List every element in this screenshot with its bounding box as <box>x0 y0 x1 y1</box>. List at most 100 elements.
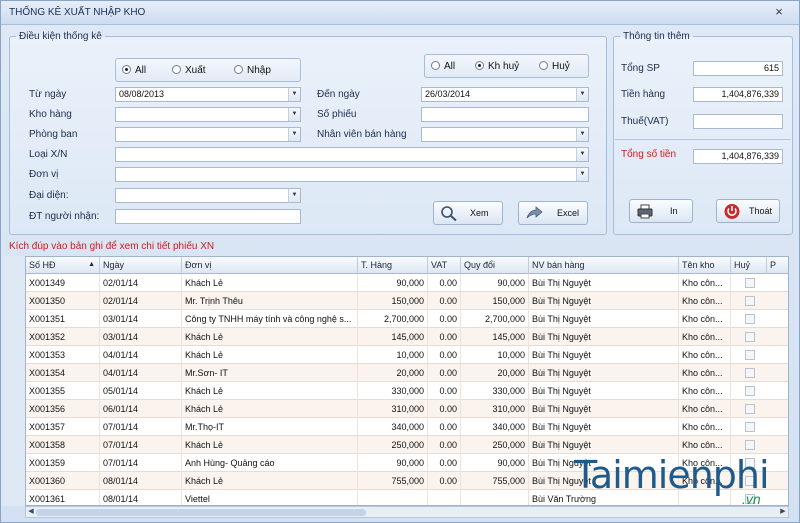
window-title: THỐNG KÊ XUẤT NHẬP KHO <box>9 7 146 18</box>
cell-invoice: X001359 <box>26 454 100 472</box>
total-amount-field: 1,404,876,339 <box>693 149 783 164</box>
cell-goods: 755,000 <box>358 472 428 490</box>
printer-icon <box>637 204 653 219</box>
cell-warehouse: Kho côn... <box>679 418 731 436</box>
col-header-goods[interactable]: T. Hàng <box>358 257 428 274</box>
chevron-down-icon[interactable]: ▼ <box>288 88 300 101</box>
exit-button[interactable]: Thoát <box>716 199 780 223</box>
xn-type-select[interactable]: ▼ <box>115 147 589 162</box>
radio-cancel-all[interactable]: All <box>431 61 455 72</box>
cell-invoice: X001356 <box>26 400 100 418</box>
col-header-unit[interactable]: Đơn vị <box>182 257 358 274</box>
chevron-down-icon[interactable]: ▼ <box>288 189 300 202</box>
col-header-cancelled[interactable]: Huỷ <box>731 257 767 274</box>
cell-unit: Khách Lẻ <box>182 472 358 490</box>
phone-label: ĐT người nhận: <box>29 211 100 222</box>
radio-type-export[interactable]: Xuất <box>172 65 206 76</box>
cell-unit: Khách Lẻ <box>182 400 358 418</box>
col-header-vat[interactable]: VAT <box>428 257 461 274</box>
watermark-brand: Taimienphi <box>574 453 770 497</box>
cancelled-checkbox[interactable] <box>745 314 755 324</box>
table-row[interactable]: X001352 03/01/14 Khách Lẻ 145,000 0.00 145,00… <box>26 328 788 346</box>
total-products-field: 615 <box>693 61 783 76</box>
cancelled-checkbox[interactable] <box>745 332 755 342</box>
scroll-thumb[interactable] <box>36 509 366 516</box>
col-header-converted[interactable]: Quy đổi <box>461 257 529 274</box>
table-row[interactable]: X001355 05/01/14 Khách Lẻ 330,000 0.00 330,00… <box>26 382 788 400</box>
cancelled-checkbox[interactable] <box>745 422 755 432</box>
table-row[interactable]: X001353 04/01/14 Khách Lẻ 10,000 0.00 10,000 B… <box>26 346 788 364</box>
cancelled-checkbox[interactable] <box>745 440 755 450</box>
unit-label: Đơn vị <box>29 169 59 180</box>
cell-warehouse: Kho côn... <box>679 274 731 292</box>
chevron-down-icon[interactable]: ▼ <box>576 88 588 101</box>
cell-unit: Mr.Thọ-IT <box>182 418 358 436</box>
cell-goods: 340,000 <box>358 418 428 436</box>
cancelled-checkbox[interactable] <box>745 278 755 288</box>
excel-button[interactable]: Excel <box>518 201 588 225</box>
cell-goods: 2,700,000 <box>358 310 428 328</box>
table-row[interactable]: X001357 07/01/14 Mr.Thọ-IT 340,000 0.00 340,0… <box>26 418 788 436</box>
chevron-down-icon[interactable]: ▼ <box>576 128 588 141</box>
chevron-down-icon[interactable]: ▼ <box>576 148 588 161</box>
cell-date: 06/01/14 <box>100 400 182 418</box>
unit-select[interactable]: ▼ <box>115 167 589 182</box>
cell-invoice: X001355 <box>26 382 100 400</box>
cell-salesperson: Bùi Thị Nguyệt <box>529 292 679 310</box>
cell-salesperson: Bùi Thị Nguyệt <box>529 418 679 436</box>
grid-row-gutter <box>1 256 25 506</box>
voucher-input[interactable] <box>421 107 589 122</box>
col-header-salesperson[interactable]: NV bán hàng <box>529 257 679 274</box>
warehouse-label: Kho hàng <box>29 109 72 120</box>
department-select[interactable]: ▼ <box>115 127 301 142</box>
to-date-field[interactable]: 26/03/2014 ▼ <box>421 87 589 102</box>
cell-invoice: X001361 <box>26 490 100 505</box>
cell-date: 03/01/14 <box>100 310 182 328</box>
cell-warehouse: Kho côn... <box>679 346 731 364</box>
col-header-date[interactable]: Ngày <box>100 257 182 274</box>
radio-cancelled[interactable]: Huỷ <box>539 61 570 72</box>
table-row[interactable]: X001351 03/01/14 Công ty TNHH máy tính và … <box>26 310 788 328</box>
chevron-down-icon[interactable]: ▼ <box>288 108 300 121</box>
chevron-down-icon[interactable]: ▼ <box>288 128 300 141</box>
salesperson-select[interactable]: ▼ <box>421 127 589 142</box>
col-header-p[interactable]: P <box>767 257 788 274</box>
table-row[interactable]: X001354 04/01/14 Mr.Sơn- IT 20,000 0.00 20,00… <box>26 364 788 382</box>
cell-converted: 330,000 <box>461 382 529 400</box>
cancelled-checkbox[interactable] <box>745 404 755 414</box>
radio-type-import[interactable]: Nhập <box>234 65 271 76</box>
col-header-invoice[interactable]: Số HĐ ▲ <box>26 257 100 274</box>
cell-converted: 150,000 <box>461 292 529 310</box>
close-icon[interactable]: × <box>771 4 787 20</box>
cell-salesperson: Bùi Thị Nguyệt <box>529 364 679 382</box>
cancelled-checkbox[interactable] <box>745 350 755 360</box>
phone-input[interactable] <box>115 209 301 224</box>
radio-dot-icon <box>475 61 484 70</box>
table-row[interactable]: X001356 06/01/14 Khách Lẻ 310,000 0.00 310,00… <box>26 400 788 418</box>
cell-invoice: X001350 <box>26 292 100 310</box>
representative-select[interactable]: ▼ <box>115 188 301 203</box>
cell-vat: 0.00 <box>428 346 461 364</box>
radio-type-all[interactable]: All <box>122 65 146 76</box>
salesperson-label: Nhân viên bán hàng <box>317 129 407 140</box>
view-button[interactable]: Xem <box>433 201 503 225</box>
cancelled-checkbox[interactable] <box>745 368 755 378</box>
from-date-field[interactable]: 08/08/2013 ▼ <box>115 87 301 102</box>
radio-not-cancelled[interactable]: Kh huỷ <box>475 61 519 72</box>
cell-converted: 250,000 <box>461 436 529 454</box>
cell-salesperson: Bùi Thị Nguyệt <box>529 382 679 400</box>
print-button[interactable]: In <box>629 199 693 223</box>
chevron-down-icon[interactable]: ▼ <box>576 168 588 181</box>
warehouse-select[interactable]: ▼ <box>115 107 301 122</box>
cancelled-checkbox[interactable] <box>745 296 755 306</box>
cancelled-checkbox[interactable] <box>745 386 755 396</box>
col-header-warehouse[interactable]: Tên kho <box>679 257 731 274</box>
cell-converted: 2,700,000 <box>461 310 529 328</box>
radio-dot-icon <box>539 61 548 70</box>
table-row[interactable]: X001349 02/01/14 Khách Lẻ 90,000 0.00 90,000 B… <box>26 274 788 292</box>
cell-converted: 20,000 <box>461 364 529 382</box>
table-row[interactable]: X001350 02/01/14 Mr. Trịnh Thêu 150,000 0.00… <box>26 292 788 310</box>
power-icon <box>724 204 740 219</box>
cell-date: 07/01/14 <box>100 418 182 436</box>
scroll-left-icon[interactable]: ◀ <box>26 507 36 517</box>
